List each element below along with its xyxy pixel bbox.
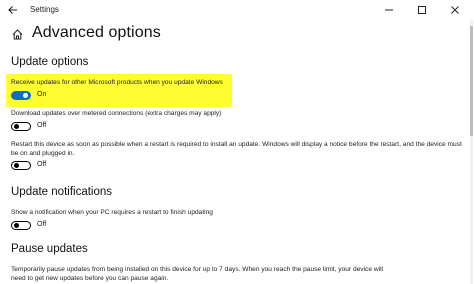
restart-asap-label-line1: Restart this device as soon as possible …	[11, 141, 462, 148]
back-button[interactable]	[6, 3, 20, 17]
title-bar: Settings	[0, 0, 474, 20]
window-title: Settings	[30, 5, 59, 14]
toggle-knob	[14, 123, 19, 129]
microsoft-products-label: Receive updates for other Microsoft prod…	[11, 79, 223, 86]
toggle-knob	[23, 93, 28, 98]
toggle-switch-off[interactable]	[11, 161, 31, 170]
home-icon[interactable]	[11, 28, 24, 41]
scrollbar[interactable]	[470, 20, 473, 284]
restart-notification-label: Show a notification when your PC require…	[11, 209, 213, 216]
toggle-state-text: Off	[37, 221, 47, 228]
minimize-icon	[385, 9, 393, 11]
close-icon	[451, 6, 459, 14]
minimize-button[interactable]	[376, 2, 402, 18]
close-button[interactable]	[442, 2, 468, 18]
metered-connections-label: Download updates over metered connection…	[11, 110, 222, 117]
toggle-switch-off[interactable]	[11, 221, 31, 230]
toggle-state-text: Off	[37, 122, 47, 129]
section-title-update-notifications: Update notifications	[11, 186, 113, 198]
page-title: Advanced options	[32, 24, 161, 41]
pause-updates-desc-line2: need to get new updates before you can p…	[11, 275, 169, 282]
toggle-state-text: Off	[37, 161, 47, 168]
scrollbar-thumb[interactable]	[470, 26, 473, 136]
restart-asap-label-line2: be on and plugged in.	[11, 150, 75, 157]
pause-updates-desc-line1: Temporarily pause updates from being ins…	[11, 266, 384, 273]
toggle-switch-off[interactable]	[11, 122, 31, 131]
toggle-switch-on[interactable]	[11, 91, 31, 100]
section-title-update-options: Update options	[11, 56, 89, 68]
back-arrow-icon	[8, 6, 17, 14]
section-title-pause-updates: Pause updates	[11, 243, 88, 255]
maximize-icon	[418, 6, 426, 14]
toggle-knob	[14, 162, 19, 168]
toggle-state-text: On	[37, 91, 47, 98]
toggle-knob	[14, 222, 19, 228]
maximize-button[interactable]	[409, 2, 435, 18]
